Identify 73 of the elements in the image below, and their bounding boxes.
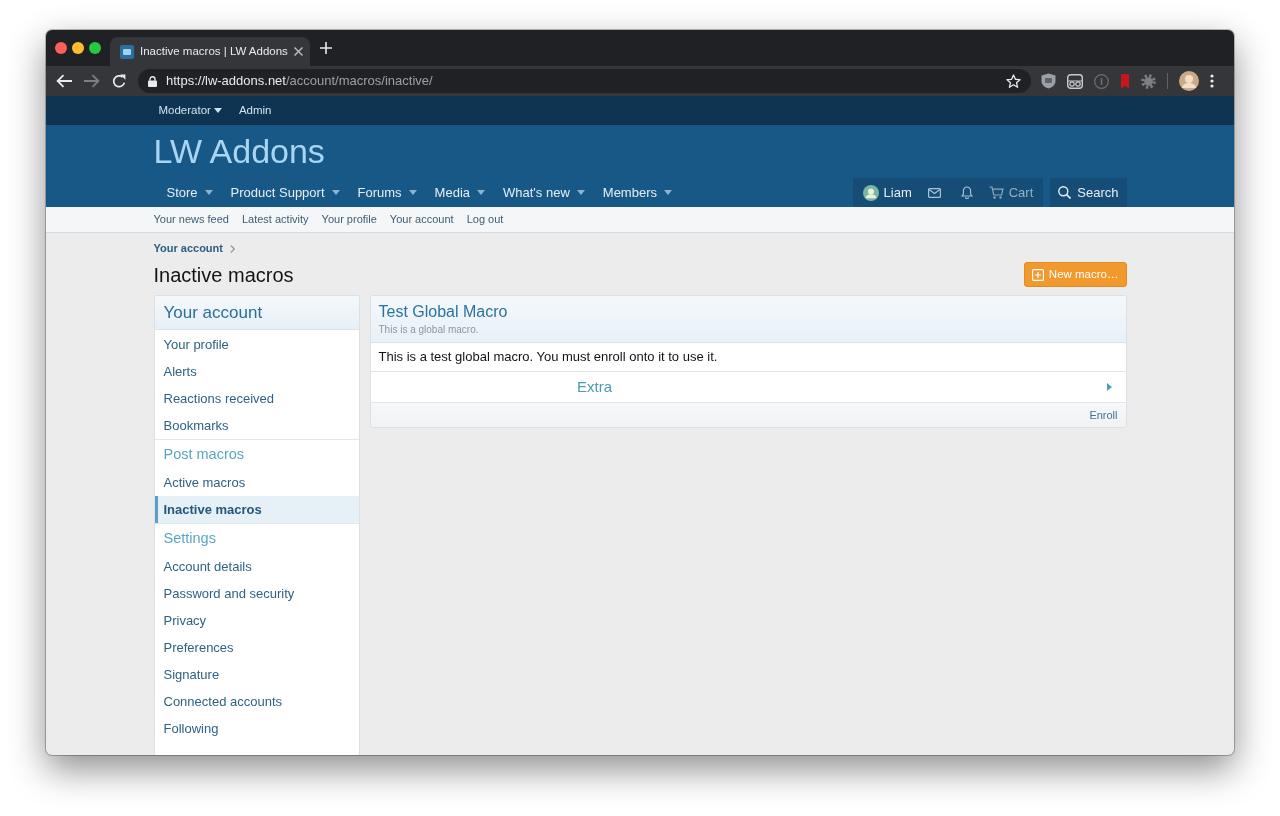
page-title: Inactive macros (153, 262, 294, 287)
caret-down-icon (213, 108, 222, 113)
bell-icon[interactable] (960, 186, 973, 199)
macro-title: Test Global Macro (378, 302, 509, 322)
caret-down-icon (331, 190, 340, 195)
gear-icon[interactable] (1141, 73, 1156, 89)
enroll-link[interactable]: Enroll (1089, 406, 1118, 424)
lock-icon (148, 75, 157, 87)
caret-down-icon (576, 190, 585, 195)
chevron-icon (230, 244, 235, 253)
sidebar-item[interactable]: Preferences (154, 634, 359, 661)
avatar-icon[interactable] (1179, 71, 1199, 91)
breadcrumb-link[interactable]: Your account (153, 240, 223, 257)
back-arrow-icon[interactable] (56, 74, 72, 88)
caret-down-icon (408, 190, 417, 195)
section-link[interactable]: Your account (389, 211, 454, 228)
macro-subtitle: This is a global macro. (378, 323, 480, 337)
sidebar-item[interactable]: Password and security (154, 580, 359, 607)
minimize-window-icon[interactable] (72, 42, 84, 54)
more-icon[interactable] (1210, 74, 1214, 88)
sidebar-item[interactable]: Reactions received (154, 385, 359, 412)
zoom-window-icon[interactable] (89, 42, 101, 54)
close-window-icon[interactable] (55, 42, 67, 54)
sidebar-item[interactable]: Privacy (154, 607, 359, 634)
envelope-icon[interactable] (927, 187, 941, 198)
cart-icon (988, 186, 1004, 199)
section-link[interactable]: Your profile (321, 211, 377, 228)
plus-icon[interactable] (320, 42, 332, 54)
browser-tab[interactable]: Inactive macros | LW Addons (110, 37, 310, 66)
sidebar-item[interactable]: Alerts (154, 358, 359, 385)
search-button[interactable]: Search (1050, 178, 1127, 207)
nav-tab[interactable]: Members (593, 178, 681, 207)
tab-title: Inactive macros | LW Addons (140, 43, 288, 59)
caret-down-icon (204, 190, 213, 195)
staff-link[interactable]: Admin (238, 101, 272, 120)
sidebar-title: Your account (154, 296, 359, 330)
sidebar-item[interactable]: Signature (154, 661, 359, 688)
forward-arrow-icon[interactable] (84, 74, 100, 88)
caret-down-icon (664, 190, 672, 195)
shield-icon[interactable] (1041, 73, 1056, 89)
nav-tab[interactable]: What's new (494, 178, 594, 207)
caret-down-icon (477, 190, 485, 195)
sidebar-item[interactable]: Account details (154, 553, 359, 580)
close-icon[interactable] (293, 47, 303, 56)
sidebar-item[interactable]: Bookmarks (154, 412, 359, 439)
staff-link[interactable]: Moderator (158, 101, 222, 120)
cart-link[interactable]: Cart (982, 178, 1040, 207)
sidebar-item[interactable]: Your profile (154, 331, 359, 358)
glasses-icon[interactable] (1067, 73, 1083, 89)
url-text: https://lw-addons.net/account/macros/inactive/ (166, 72, 434, 91)
nav-tab[interactable]: Product Support (221, 178, 349, 207)
sidebar-item[interactable]: Following (154, 715, 359, 742)
macro-description: This is a test global macro. You must enroll onto it to use it. (370, 343, 1126, 372)
avatar-icon (862, 184, 879, 201)
nav-tab[interactable]: Forums (348, 178, 426, 207)
sidebar-item[interactable]: Active macros (154, 469, 359, 496)
nav-tab[interactable]: Media (425, 178, 494, 207)
search-icon (1058, 186, 1072, 199)
sidebar-item[interactable]: Inactive macros (154, 496, 359, 523)
section-link[interactable]: Your news feed (153, 211, 229, 228)
site-logo[interactable]: LW Addons (153, 125, 1127, 178)
user-menu-link[interactable]: Liam (856, 178, 918, 207)
nav-tab[interactable]: Store (157, 178, 222, 207)
star-icon[interactable] (1006, 73, 1021, 89)
section-link[interactable]: Log out (466, 211, 504, 228)
sidebar-section-title: Post macros (162, 445, 246, 465)
reload-icon[interactable] (112, 74, 126, 88)
plus-square-icon (1031, 268, 1044, 281)
sidebar-item[interactable]: Connected accounts (154, 688, 359, 715)
address-field[interactable]: https://lw-addons.net/account/macros/inactive/ (138, 69, 1031, 93)
favicon-icon (120, 44, 134, 59)
sidebar-section-title: Settings (162, 529, 217, 549)
section-link[interactable]: Latest activity (241, 211, 309, 228)
